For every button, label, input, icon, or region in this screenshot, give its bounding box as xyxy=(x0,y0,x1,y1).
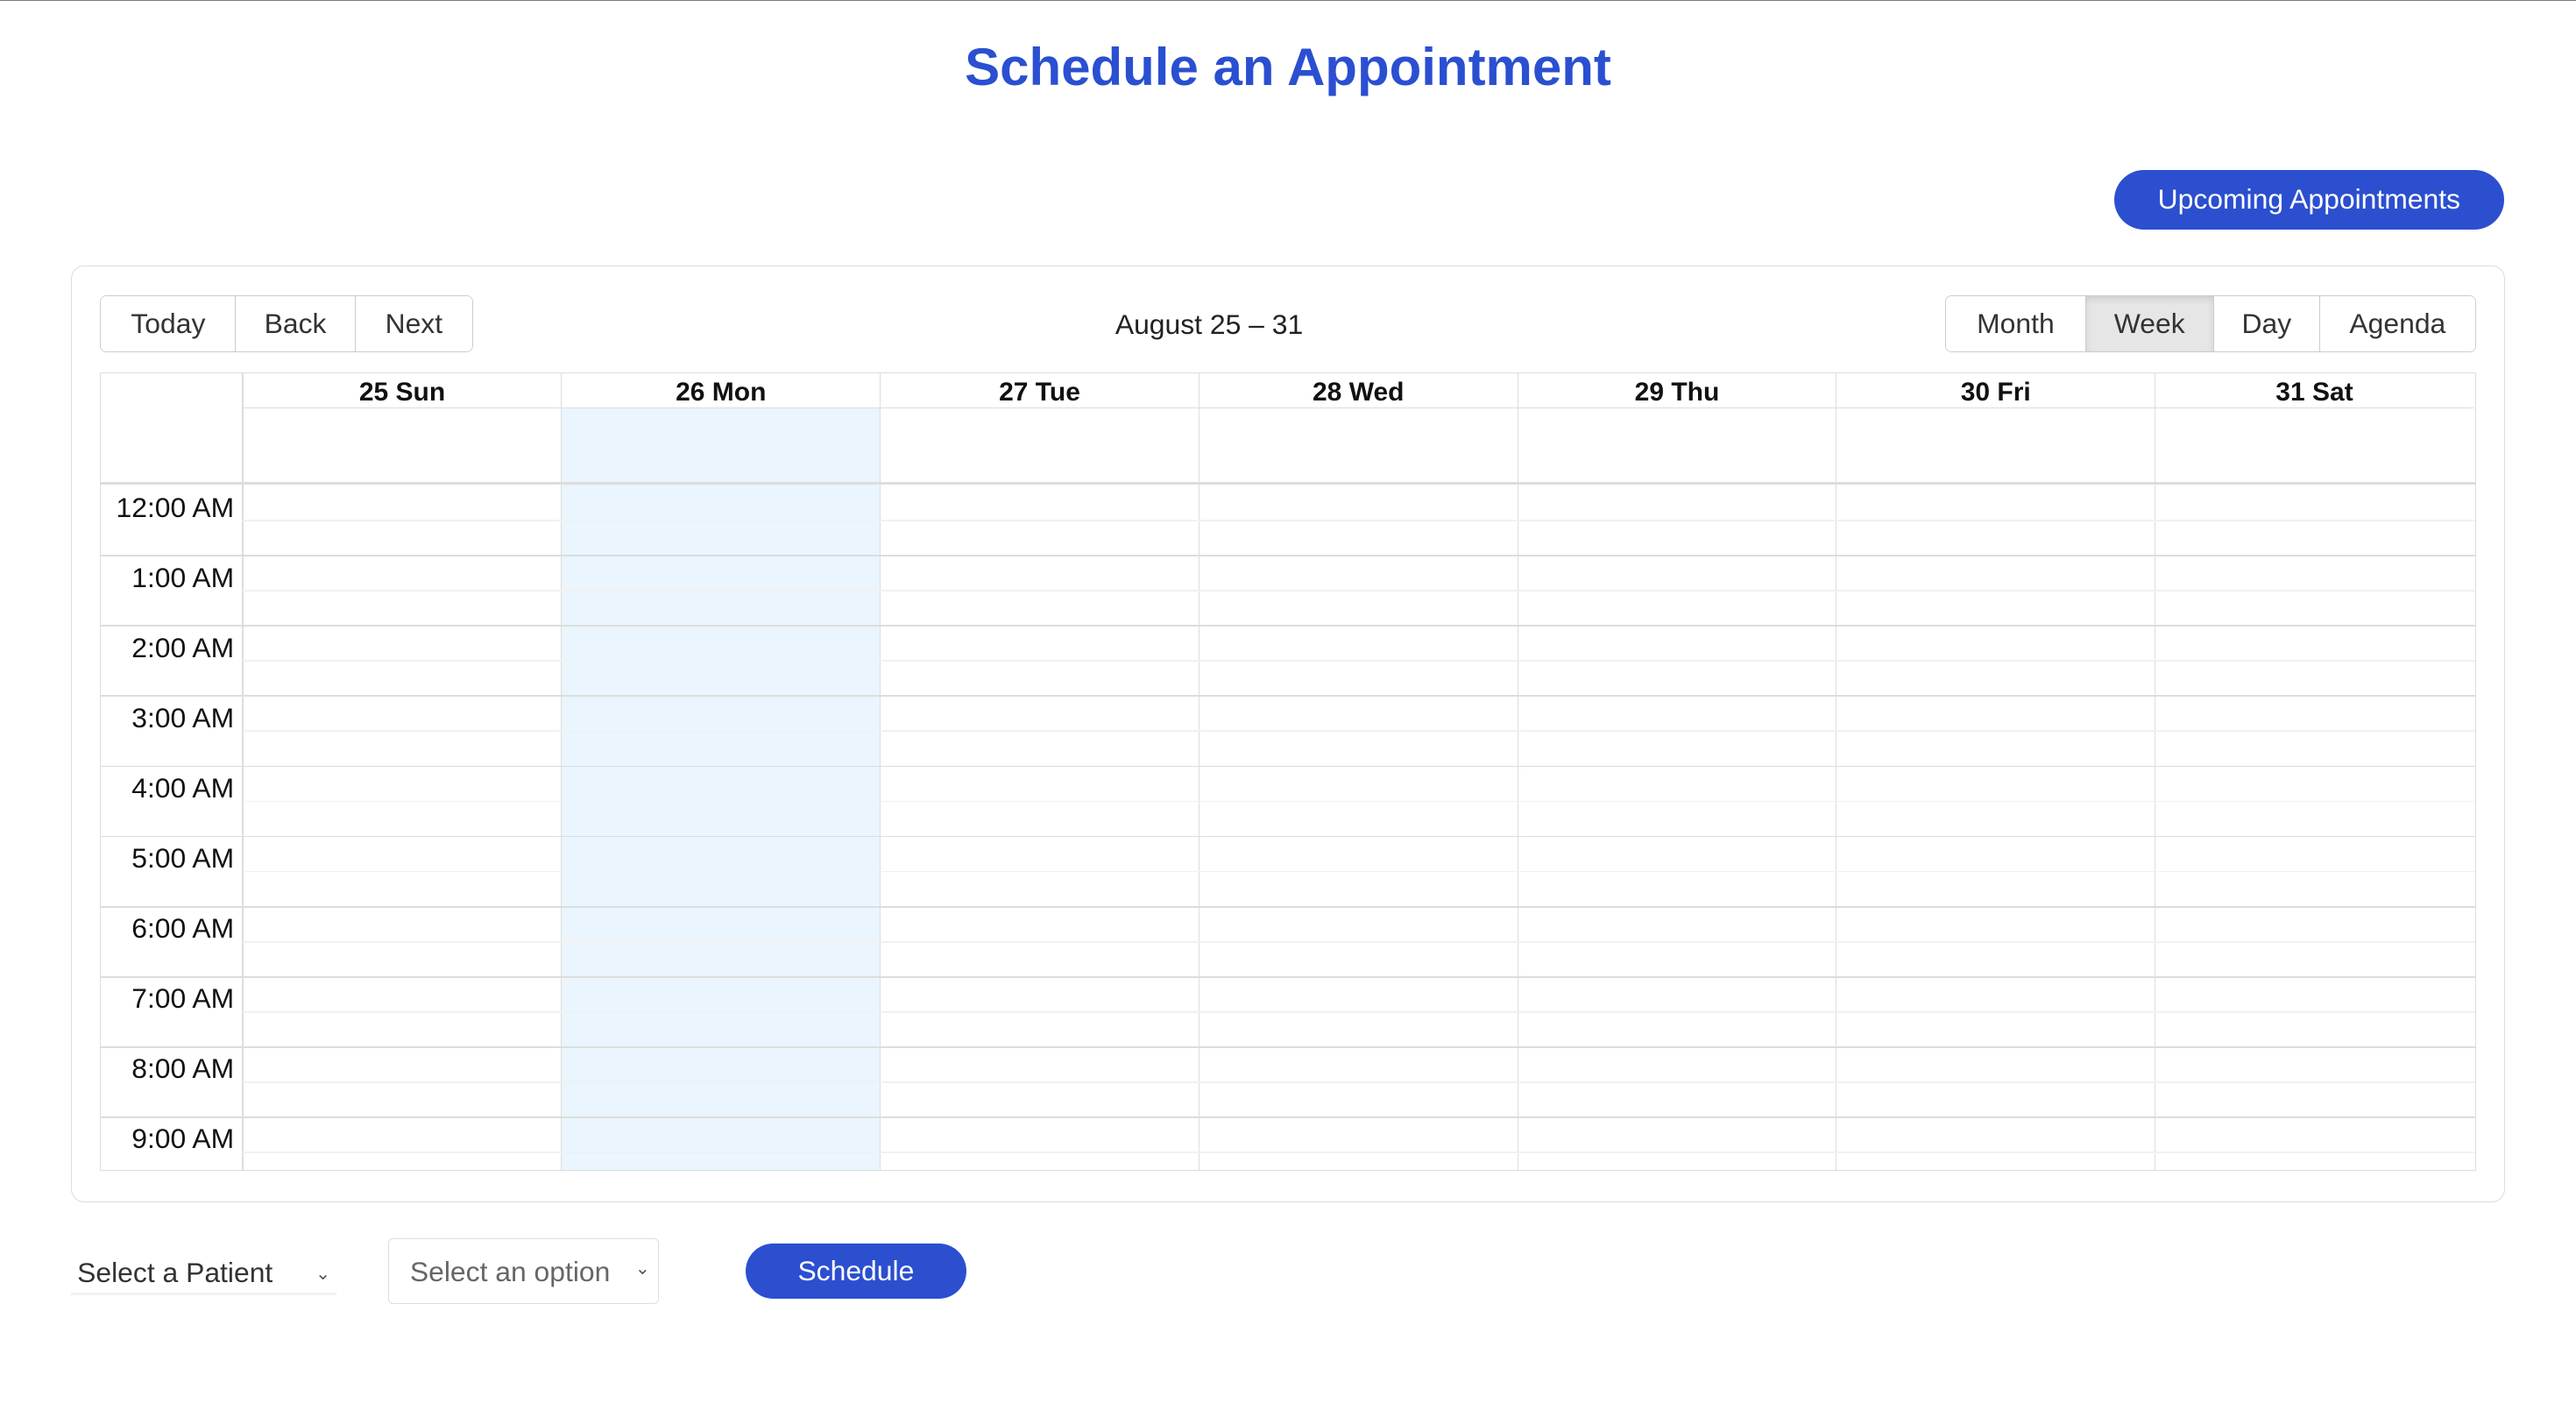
half-hour-line xyxy=(242,520,2475,522)
day-header[interactable]: 29 Thu xyxy=(1518,373,1836,409)
nav-button-group: Today Back Next xyxy=(100,294,473,353)
day-column[interactable]: 29 Thu xyxy=(1517,372,1836,1170)
half-hour-line xyxy=(242,940,2475,943)
hour-line xyxy=(101,555,2475,557)
day-header[interactable]: 31 Sat xyxy=(2155,373,2473,409)
page-title: Schedule an Appointment xyxy=(965,38,1611,97)
half-hour-line xyxy=(242,660,2475,662)
day-header[interactable]: 27 Tue xyxy=(881,373,1199,409)
hour-line xyxy=(101,695,2475,698)
day-header[interactable]: 28 Wed xyxy=(1199,373,1518,409)
time-label: 6:00 AM xyxy=(131,912,235,945)
half-hour-line xyxy=(242,590,2475,592)
view-agenda-button[interactable]: Agenda xyxy=(2319,295,2475,352)
half-hour-line xyxy=(242,730,2475,733)
day-column[interactable]: 28 Wed xyxy=(1198,372,1518,1170)
day-column[interactable]: 31 Sat xyxy=(2155,372,2473,1170)
option-select[interactable]: Select an option ⌄ xyxy=(387,1237,659,1304)
half-hour-line xyxy=(242,800,2475,803)
day-header[interactable]: 26 Mon xyxy=(562,372,881,409)
patient-select-value: Select a Patient xyxy=(77,1256,273,1288)
hour-line xyxy=(101,905,2475,908)
next-button[interactable]: Next xyxy=(354,295,473,352)
today-button[interactable]: Today xyxy=(101,295,236,352)
chevron-down-icon: ⌄ xyxy=(634,1258,651,1279)
week-grid[interactable]: 25 Sun 26 Mon 27 Tue 28 Wed 29 Thu 30 Fri 31 S… xyxy=(100,372,2476,1171)
day-header[interactable]: 30 Fri xyxy=(1836,373,2155,409)
time-label: 3:00 AM xyxy=(131,701,235,733)
upcoming-appointments-button[interactable]: Upcoming Appointments xyxy=(2114,170,2504,230)
half-hour-line xyxy=(242,1010,2475,1013)
time-label: 12:00 AM xyxy=(116,491,235,523)
date-range-label: August 25 – 31 xyxy=(1115,308,1304,340)
day-column[interactable]: 30 Fri xyxy=(1836,372,2155,1170)
day-column[interactable]: 25 Sun xyxy=(242,372,562,1170)
chevron-down-icon: ⌄ xyxy=(315,1264,331,1284)
page: Schedule an Appointment Upcoming Appoint… xyxy=(0,0,2576,1410)
time-label: 8:00 AM xyxy=(131,1052,235,1085)
hour-line xyxy=(101,625,2475,627)
view-week-button[interactable]: Week xyxy=(2084,295,2213,352)
back-button[interactable]: Back xyxy=(235,295,355,352)
hour-line xyxy=(101,975,2475,978)
time-label: 7:00 AM xyxy=(131,982,235,1015)
day-column[interactable]: 27 Tue xyxy=(880,372,1199,1170)
time-label: 2:00 AM xyxy=(131,631,235,663)
view-day-button[interactable]: Day xyxy=(2212,295,2320,352)
hour-line xyxy=(101,765,2475,768)
view-month-button[interactable]: Month xyxy=(1946,295,2085,352)
all-day-divider xyxy=(101,481,2475,485)
time-label: 4:00 AM xyxy=(131,772,235,804)
patient-select[interactable]: Select a Patient ⌄ xyxy=(70,1250,337,1295)
half-hour-line xyxy=(242,1151,2475,1153)
hour-line xyxy=(101,1116,2475,1118)
option-select-value: Select an option xyxy=(409,1255,611,1287)
day-column[interactable]: 26 Mon xyxy=(561,372,881,1170)
schedule-button[interactable]: Schedule xyxy=(746,1243,966,1300)
time-label: 1:00 AM xyxy=(131,561,235,593)
day-header[interactable]: 25 Sun xyxy=(243,373,562,409)
time-label: 5:00 AM xyxy=(131,842,235,875)
half-hour-line xyxy=(242,870,2475,873)
hour-line xyxy=(101,835,2475,838)
view-button-group: Month Week Day Agenda xyxy=(1945,294,2476,353)
time-label: 9:00 AM xyxy=(131,1123,235,1155)
half-hour-line xyxy=(242,1081,2475,1083)
hour-line xyxy=(101,1045,2475,1048)
